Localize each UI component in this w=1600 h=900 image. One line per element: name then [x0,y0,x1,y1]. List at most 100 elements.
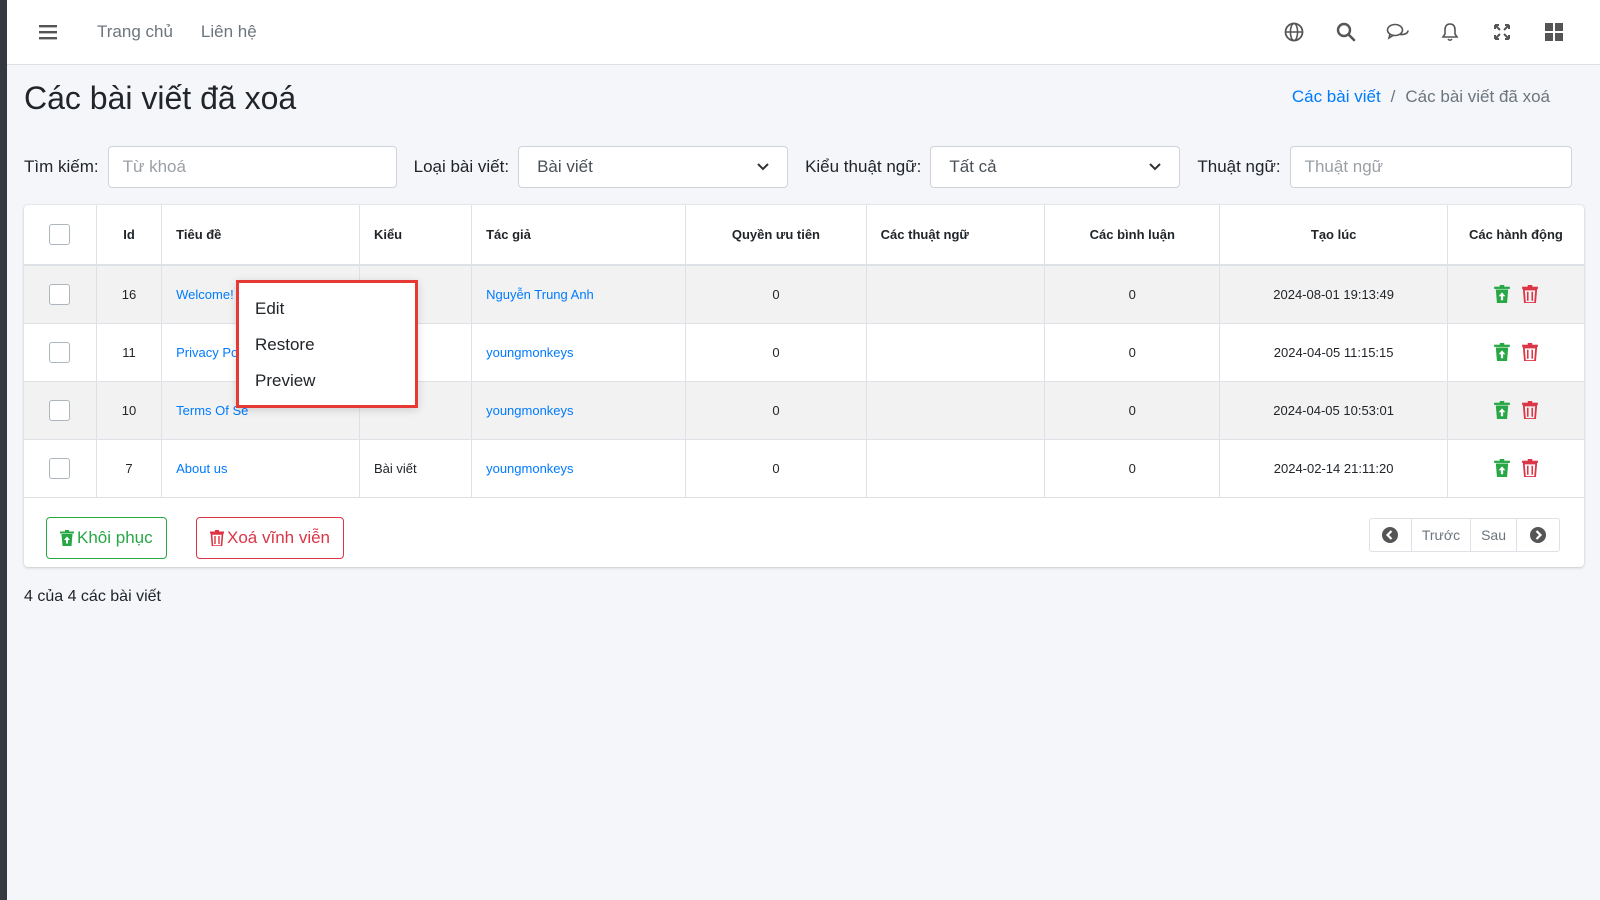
row-select-cell [24,381,97,440]
post-type-value: Bài viết [537,157,593,176]
context-menu-restore[interactable]: Restore [239,327,415,363]
cell-author: Nguyễn Trung Anh [471,265,687,324]
row-checkbox[interactable] [49,283,71,305]
column-header-actions: Các hành động [1447,205,1584,266]
restore-icon[interactable] [1493,458,1511,478]
breadcrumb-current: Các bài viết đã xoá [1405,87,1550,106]
cell-created: 2024-04-05 10:53:01 [1219,381,1448,440]
cell-author: youngmonkeys [471,323,687,382]
post-type-select[interactable]: Bài viết [518,146,789,188]
term-label: Thuật ngữ: [1197,157,1281,176]
hamburger-menu-icon[interactable] [33,17,63,47]
arrow-circle-left-icon [1382,527,1399,543]
trash-icon[interactable] [1521,284,1539,304]
context-menu-preview[interactable]: Preview [239,363,415,399]
cell-comments: 0 [1044,439,1221,498]
search-label: Tìm kiếm: [24,157,99,176]
breadcrumb-link-posts[interactable]: Các bài viết [1292,87,1381,107]
nav-link-home[interactable]: Trang chủ [97,22,173,42]
cell-priority: 0 [685,381,867,440]
arrow-circle-right-icon [1530,527,1546,543]
term-type-select[interactable]: Tất cả [930,146,1181,188]
pagination-next-arrow[interactable] [1517,519,1559,551]
table-row[interactable]: 7 About us Bài viết youngmonkeys 0 0 2024-02-1… [24,439,1584,498]
top-navbar: Trang chủ Liên hệ [7,0,1600,65]
cell-actions [1447,323,1584,382]
column-header-id[interactable]: Id [96,205,163,266]
column-header-terms[interactable]: Các thuật ngữ [866,205,1046,266]
chevron-down-icon [757,163,769,171]
context-menu-edit[interactable]: Edit [239,291,415,327]
trash-icon[interactable] [1521,458,1539,478]
cell-comments: 0 [1044,265,1221,324]
cell-type: Bài viết [359,439,473,498]
post-title-link[interactable]: Privacy Po [176,345,238,360]
pagination-prev-arrow[interactable] [1370,519,1412,551]
page-title: Các bài viết đã xoá [24,80,297,116]
column-header-author[interactable]: Tác giả [471,205,687,266]
cell-terms [866,439,1046,498]
column-header-created[interactable]: Tạo lúc [1219,205,1448,266]
pagination-prev[interactable]: Trước [1412,519,1472,551]
cell-terms [866,323,1046,382]
chevron-down-icon [1149,163,1162,171]
column-header-priority[interactable]: Quyền ưu tiên [685,205,867,266]
restore-icon[interactable] [1493,342,1511,362]
table-header-row: Id Tiêu đề Kiểu Tác giả Quyền ưu tiên Cá… [24,205,1584,266]
cell-author: youngmonkeys [471,381,687,440]
pagination-next[interactable]: Sau [1471,519,1517,551]
nav-link-contact[interactable]: Liên hệ [201,22,257,42]
cell-id: 16 [96,265,163,324]
cell-id: 11 [96,323,163,382]
author-link[interactable]: youngmonkeys [486,461,573,476]
column-header-comments[interactable]: Các bình luận [1044,205,1221,266]
cell-comments: 0 [1044,381,1221,440]
column-header-title[interactable]: Tiêu đề [161,205,360,266]
bell-icon[interactable] [1424,12,1476,52]
row-select-cell [24,439,97,498]
trash-icon[interactable] [1521,342,1539,362]
select-all-checkbox[interactable] [49,224,71,245]
row-checkbox[interactable] [49,399,71,421]
trash-icon [210,530,224,546]
cell-author: youngmonkeys [471,439,687,498]
term-input[interactable] [1289,146,1572,188]
author-link[interactable]: Nguyễn Trung Anh [486,287,594,302]
author-link[interactable]: youngmonkeys [486,403,573,418]
row-checkbox[interactable] [49,341,71,363]
pagination: Trước Sau [1368,518,1560,552]
post-type-label: Loại bài viết: [413,157,510,176]
restore-icon[interactable] [1493,284,1511,304]
cell-id: 7 [96,439,163,498]
term-type-value: Tất cả [949,157,997,176]
cell-created: 2024-04-05 11:15:15 [1219,323,1448,382]
restore-button[interactable]: Khôi phục [46,517,167,559]
post-title-link[interactable]: Welcome! [176,287,234,302]
trash-icon[interactable] [1521,400,1539,420]
cell-priority: 0 [685,323,867,382]
column-header-type[interactable]: Kiểu [359,205,473,266]
filter-bar: Tìm kiếm: Loại bài viết: Bài viết Kiểu t… [24,146,1572,188]
fullscreen-icon[interactable] [1476,12,1528,52]
cell-title: About us [161,439,360,498]
cell-actions [1447,439,1584,498]
row-checkbox[interactable] [49,457,71,479]
row-select-cell [24,265,97,324]
grid-icon[interactable] [1528,12,1580,52]
restore-icon[interactable] [1493,400,1511,420]
cell-comments: 0 [1044,323,1221,382]
search-input[interactable] [107,146,397,188]
cell-priority: 0 [685,265,867,324]
cell-created: 2024-02-14 21:11:20 [1219,439,1448,498]
author-link[interactable]: youngmonkeys [486,345,573,360]
restore-button-label: Khôi phục [77,528,153,547]
select-all-cell [24,205,97,266]
search-icon[interactable] [1320,12,1372,52]
delete-permanently-button[interactable]: Xoá vĩnh viễn [196,517,345,559]
globe-icon[interactable] [1268,12,1320,52]
comments-icon[interactable] [1372,12,1424,52]
results-summary: 4 của 4 các bài viết [24,588,161,605]
sidebar-edge [0,0,7,900]
post-title-link[interactable]: About us [176,461,227,476]
cell-id: 10 [96,381,163,440]
